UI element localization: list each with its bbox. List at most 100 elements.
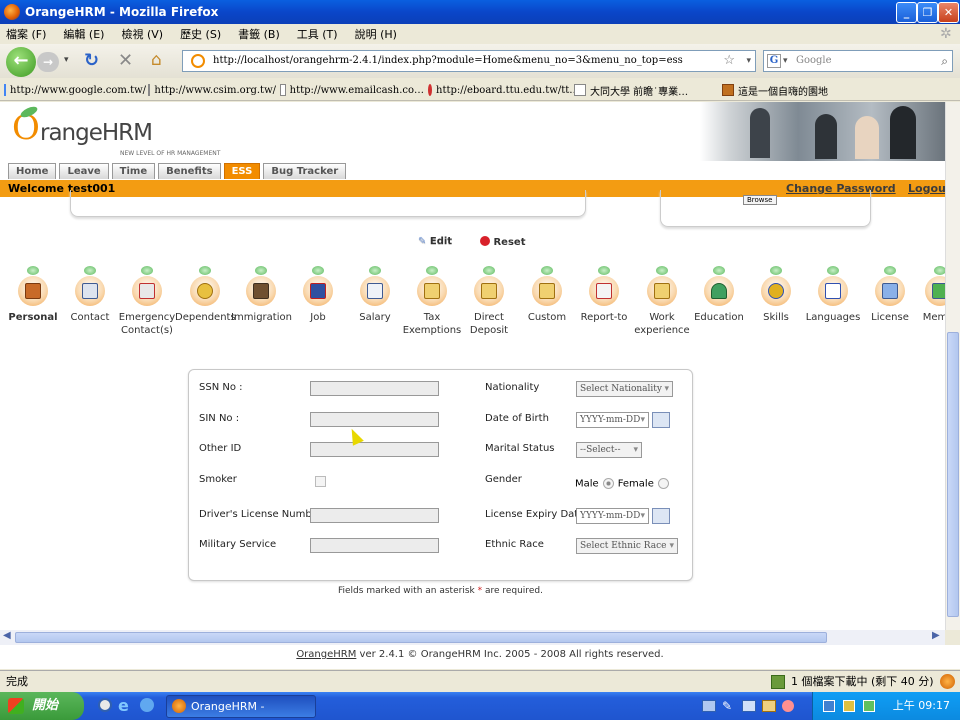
drivers-license-input[interactable] — [310, 508, 439, 523]
female-radio[interactable] — [657, 478, 669, 489]
nav-education[interactable]: Education — [689, 266, 749, 324]
nav-job[interactable]: Job — [288, 266, 348, 324]
required-fields-note: Fields marked with an asterisk * are req… — [338, 586, 543, 596]
history-dropdown-icon[interactable]: ▾ — [64, 55, 69, 65]
bookmark-item[interactable]: http://eboard.ttu.edu.tw/tt… — [428, 84, 579, 96]
female-label: Female — [617, 478, 654, 490]
menu-tools[interactable]: 工具 (T) — [297, 26, 338, 42]
calendar-icon[interactable] — [652, 508, 670, 524]
bookmark-item[interactable]: 這是一個自嗨的園地 — [722, 83, 828, 98]
menu-help[interactable]: 說明 (H) — [355, 26, 397, 42]
taskbar-tool-icon[interactable] — [782, 700, 794, 712]
tab-time[interactable]: Time — [111, 163, 156, 179]
smoker-checkbox[interactable] — [315, 476, 326, 487]
minimize-button[interactable]: _ — [896, 2, 917, 23]
nav-skills[interactable]: Skills — [746, 266, 806, 324]
url-dropdown-icon[interactable]: ▾ — [746, 51, 751, 71]
gender-label: Gender — [485, 474, 522, 485]
scroll-left-icon[interactable]: ◀ — [3, 630, 11, 641]
stop-icon[interactable]: ✕ — [118, 50, 133, 71]
start-button[interactable]: 開始 — [0, 692, 84, 720]
taskbar-tool-icon[interactable] — [702, 700, 716, 712]
personal-icon — [18, 266, 48, 306]
custom-icon — [532, 266, 562, 306]
marital-status-label: Marital Status — [485, 443, 555, 454]
nav-report-to[interactable]: Report-to — [574, 266, 634, 324]
close-button[interactable]: ✕ — [938, 2, 959, 23]
sin-input[interactable] — [310, 412, 439, 427]
taskbar-tool-icon[interactable] — [762, 700, 776, 712]
nav-work-experience[interactable]: Work experience — [632, 266, 692, 337]
download-status-text[interactable]: 1 個檔案下載中 (剩下 40 分) — [791, 671, 934, 693]
bookmark-item[interactable]: http://www.csim.org.tw/ — [148, 84, 276, 96]
back-button[interactable]: ← — [6, 47, 36, 77]
search-box[interactable]: G ▾ Google ⌕ — [763, 50, 953, 72]
scroll-right-icon[interactable]: ▶ — [932, 630, 940, 641]
nav-salary[interactable]: Salary — [345, 266, 405, 324]
nav-tax-exemptions[interactable]: Tax Exemptions — [402, 266, 462, 337]
logout-link[interactable]: Logout — [908, 180, 945, 197]
reload-icon[interactable]: ↻ — [84, 50, 99, 71]
tab-ess[interactable]: ESS — [223, 163, 261, 179]
pen-icon[interactable]: ✎ — [722, 699, 732, 713]
vertical-scroll-thumb[interactable] — [947, 332, 959, 617]
tab-home[interactable]: Home — [8, 163, 57, 179]
orangehrm-footer-link[interactable]: OrangeHRM — [296, 649, 356, 660]
nationality-select[interactable]: Select Nationality — [576, 381, 673, 397]
menu-edit[interactable]: 編輯 (E) — [63, 26, 104, 42]
download-icon[interactable] — [771, 675, 785, 689]
tab-leave[interactable]: Leave — [59, 163, 109, 179]
nav-immigration[interactable]: Immigration — [231, 266, 292, 324]
tray-icon[interactable] — [863, 700, 875, 712]
nav-membership[interactable]: Mem — [915, 266, 945, 324]
url-text: http://localhost/orangehrm-2.4.1/index.p… — [213, 55, 683, 66]
nav-license[interactable]: License — [860, 266, 920, 324]
edit-button[interactable]: ✎ Edit — [418, 236, 452, 247]
quicklaunch-ie-icon[interactable]: e — [118, 696, 129, 715]
forward-button[interactable]: → — [37, 52, 59, 72]
ssn-input[interactable] — [310, 381, 439, 396]
browse-button[interactable]: Browse — [743, 195, 777, 205]
military-service-input[interactable] — [310, 538, 439, 553]
main-tabs: Home Leave Time Benefits ESS Bug Tracker — [8, 163, 349, 179]
other-id-input[interactable] — [310, 442, 439, 457]
menu-history[interactable]: 歷史 (S) — [180, 26, 221, 42]
menu-view[interactable]: 檢視 (V) — [121, 26, 163, 42]
url-bar[interactable]: http://localhost/orangehrm-2.4.1/index.p… — [182, 50, 756, 72]
taskbar-tool-icon[interactable] — [742, 700, 756, 712]
bookmark-star-icon[interactable]: ☆ — [723, 51, 735, 71]
menu-file[interactable]: 檔案 (F) — [6, 26, 46, 42]
nav-personal[interactable]: Personal — [3, 266, 63, 324]
date-of-birth-input[interactable]: YYYY-mm-DD — [576, 412, 649, 428]
engine-dropdown-icon[interactable]: ▾ — [783, 51, 788, 71]
maximize-button[interactable]: ❐ — [917, 2, 938, 23]
nav-dependents[interactable]: Dependents — [175, 266, 236, 324]
tab-bug-tracker[interactable]: Bug Tracker — [263, 163, 347, 179]
quicklaunch-browser-icon[interactable] — [140, 698, 154, 712]
license-expiry-input[interactable]: YYYY-mm-DD — [576, 508, 649, 524]
nav-contact[interactable]: Contact — [60, 266, 120, 324]
menu-bookmarks[interactable]: 書籤 (B) — [238, 26, 280, 42]
home-icon[interactable]: ⌂ — [151, 50, 162, 70]
nav-emergency-contacts[interactable]: Emergency Contact(s) — [117, 266, 177, 337]
vertical-scrollbar[interactable] — [945, 102, 960, 630]
tray-icon[interactable] — [843, 700, 855, 712]
google-engine-icon[interactable]: G — [767, 54, 781, 68]
bookmark-item[interactable]: http://www.google.com.tw/ — [4, 84, 146, 96]
search-icon[interactable]: ⌕ — [941, 51, 948, 71]
male-radio[interactable] — [602, 478, 614, 489]
tab-benefits[interactable]: Benefits — [158, 163, 221, 179]
tray-icon[interactable] — [823, 700, 835, 712]
ethnic-race-select[interactable]: Select Ethnic Race — [576, 538, 678, 554]
bookmark-item[interactable]: 大同大學 前瞻˙專業… — [574, 83, 718, 98]
reset-button[interactable]: Reset — [480, 236, 525, 248]
horizontal-scroll-thumb[interactable] — [15, 632, 827, 643]
nav-direct-deposit[interactable]: Direct Deposit — [459, 266, 519, 337]
bookmark-item[interactable]: http://www.emailcash.co… — [280, 84, 424, 96]
nav-languages[interactable]: Languages — [803, 266, 863, 324]
calendar-icon[interactable] — [652, 412, 670, 428]
taskbar-item-firefox[interactable]: OrangeHRM - Mozilla... — [166, 695, 316, 718]
nav-custom[interactable]: Custom — [517, 266, 577, 324]
marital-status-select[interactable]: --Select-- — [576, 442, 642, 458]
quicklaunch-desktop-icon[interactable] — [98, 698, 112, 712]
